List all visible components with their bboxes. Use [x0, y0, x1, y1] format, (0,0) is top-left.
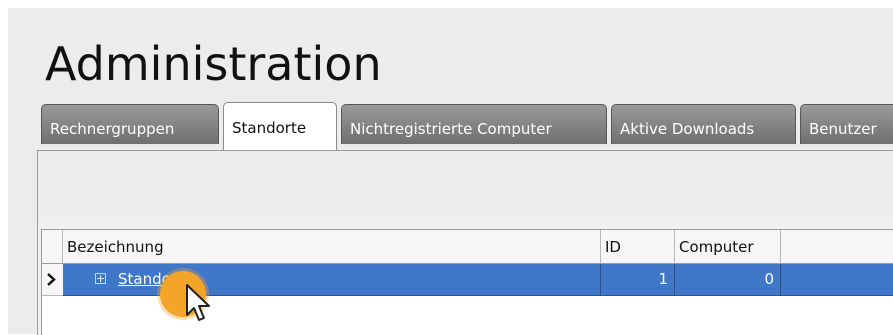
plus-box-icon[interactable]: +	[95, 273, 106, 284]
tab-standorte[interactable]: Standorte	[223, 102, 337, 150]
cell-filler	[781, 264, 893, 295]
tab-benutzer[interactable]: Benutzer	[800, 104, 893, 144]
row-header-corner	[42, 230, 63, 264]
cell-computer: 0	[675, 264, 781, 295]
cell-id: 1	[601, 264, 675, 295]
column-header-computer[interactable]: Computer	[675, 230, 781, 264]
page-title: Administration	[45, 37, 382, 91]
tab-nichtregistrierte-computer[interactable]: Nichtregistrierte Computer	[341, 104, 607, 144]
tab-rechnergruppen[interactable]: Rechnergruppen	[41, 104, 219, 144]
toolbar-area	[38, 151, 893, 223]
row-indicator[interactable]	[42, 264, 64, 296]
column-header-id[interactable]: ID	[601, 230, 675, 264]
column-header-filler	[781, 230, 893, 264]
cell-bezeichnung: + Standort	[63, 264, 601, 295]
column-header-bezeichnung[interactable]: Bezeichnung	[63, 230, 601, 264]
tab-aktive-downloads[interactable]: Aktive Downloads	[611, 104, 796, 144]
row-pointer-icon	[47, 273, 56, 286]
mouse-pointer-icon	[186, 284, 210, 321]
